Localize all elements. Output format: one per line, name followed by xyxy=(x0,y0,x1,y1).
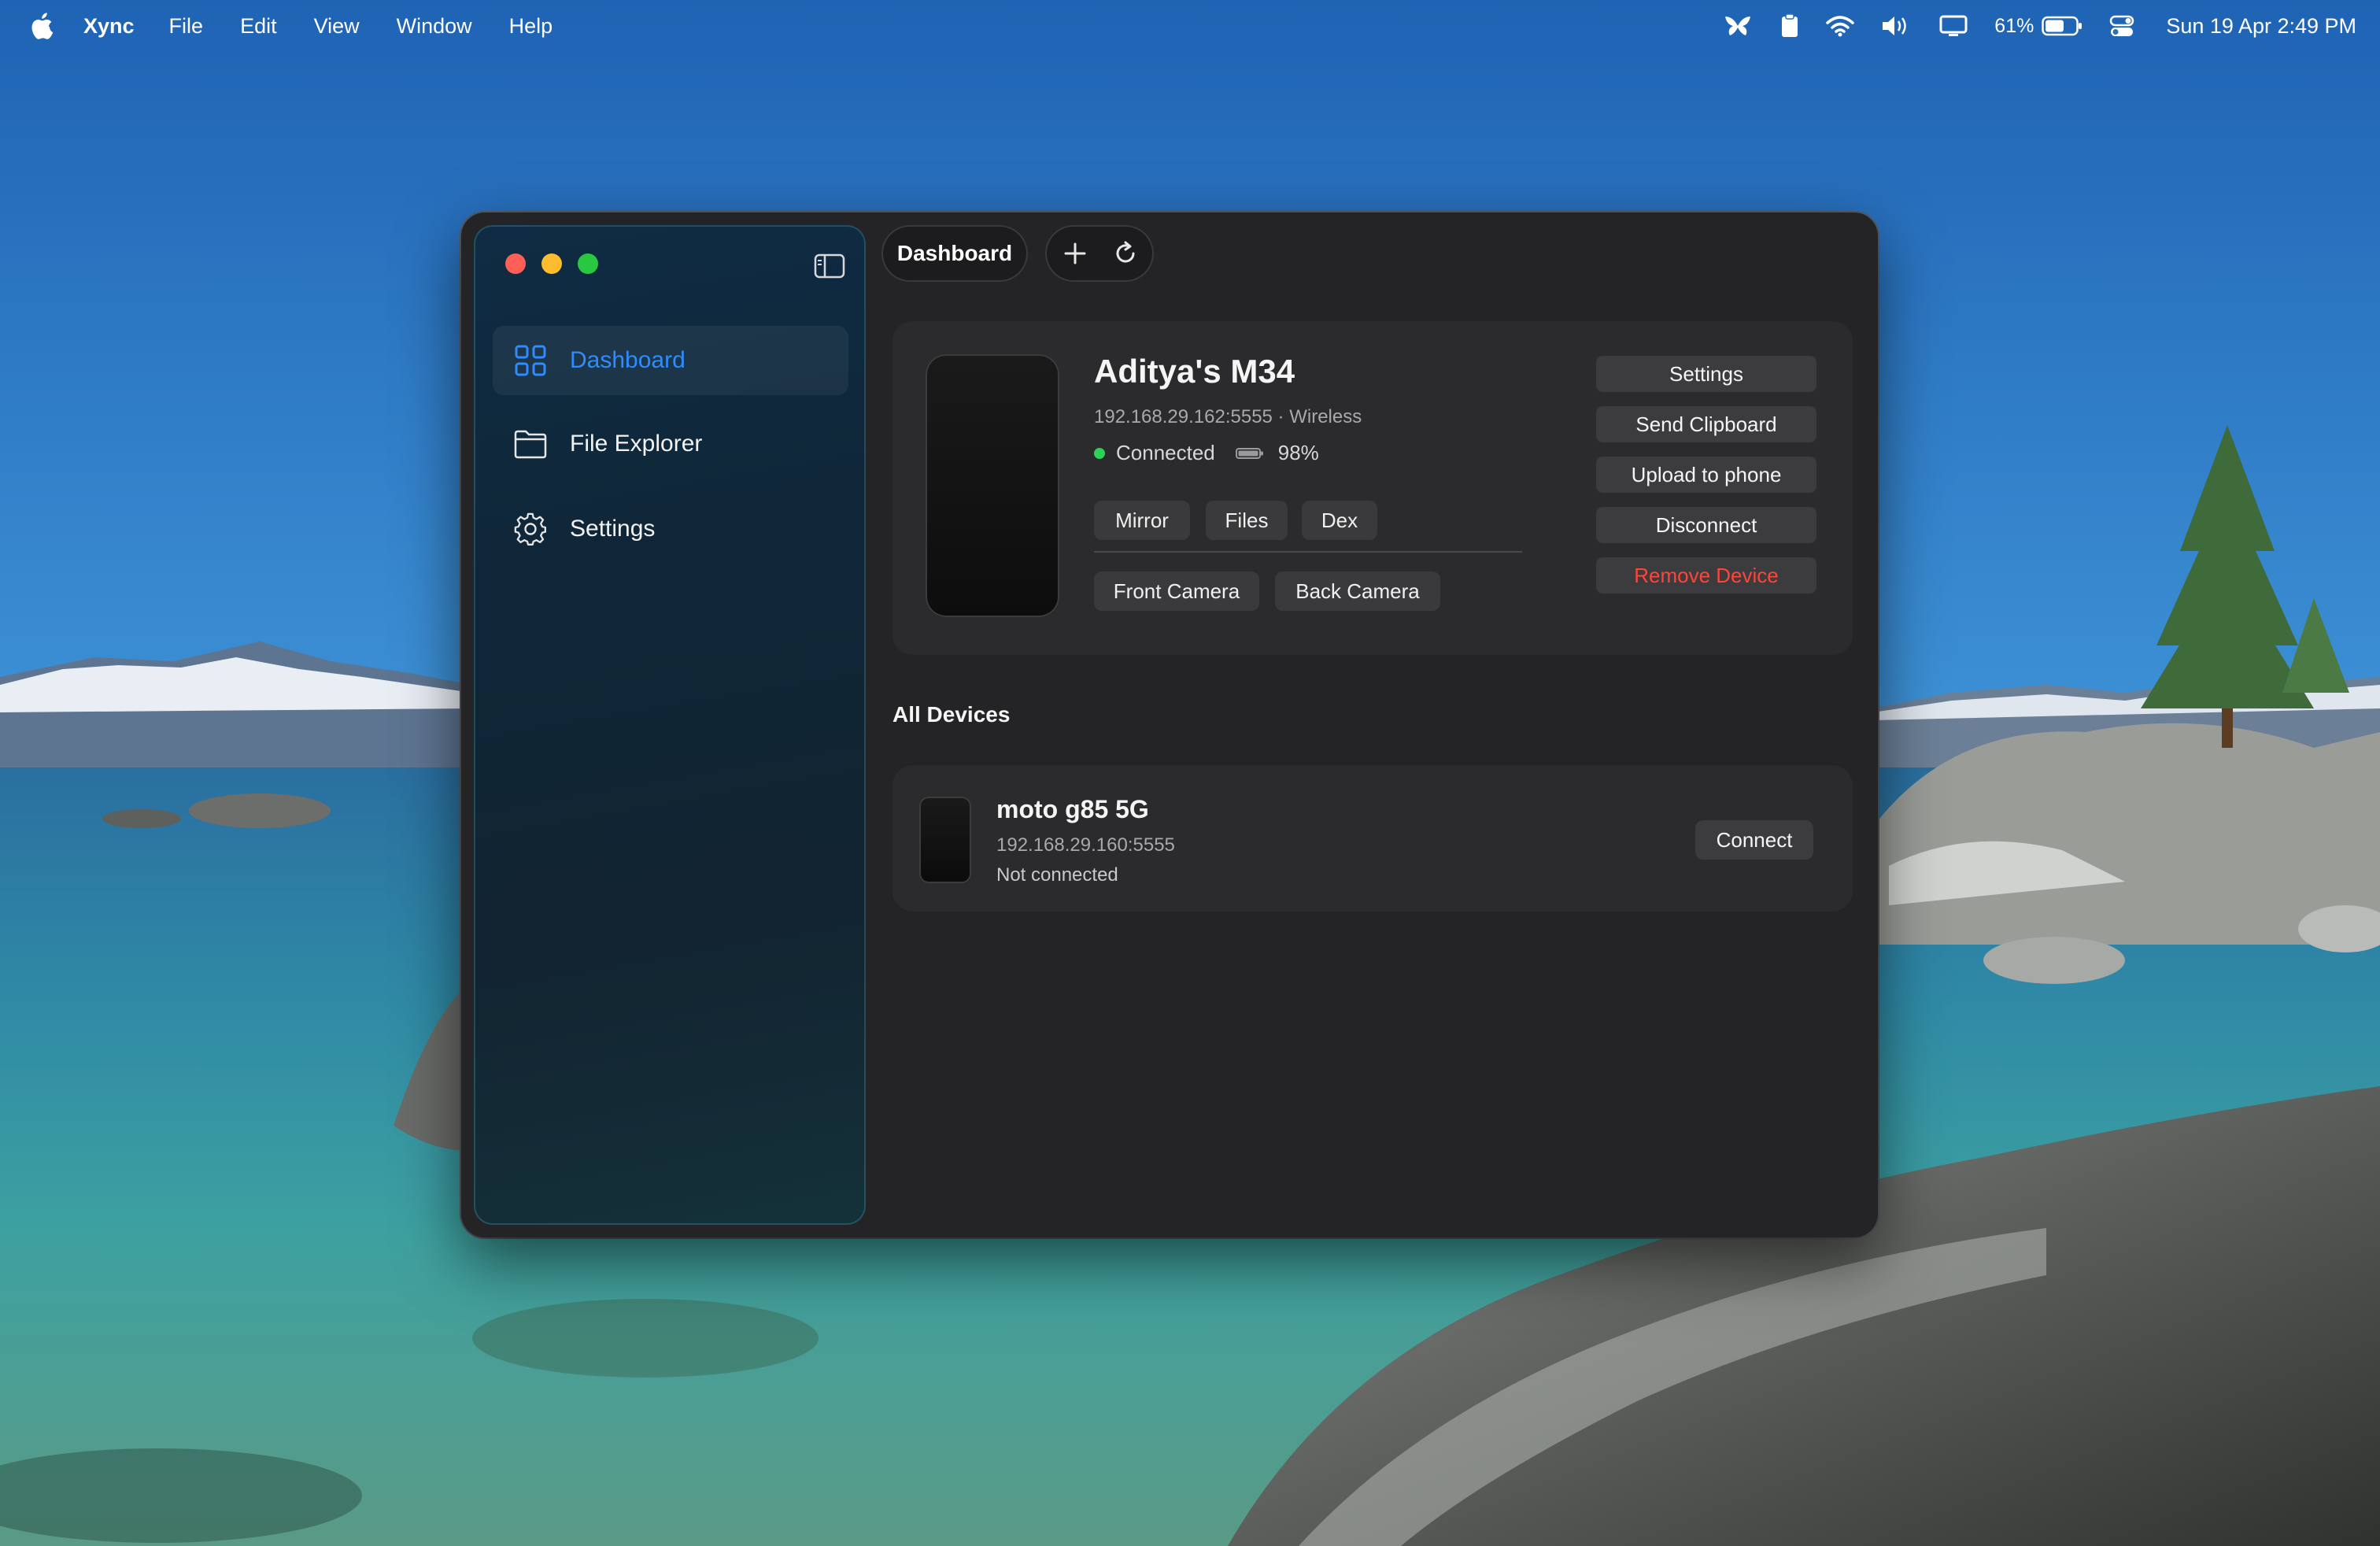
battery-indicator[interactable]: 61% xyxy=(1994,15,2082,38)
clipboard-icon[interactable] xyxy=(1780,13,1799,39)
files-button[interactable]: Files xyxy=(1206,501,1288,540)
dex-button[interactable]: Dex xyxy=(1302,501,1377,540)
apple-logo-icon[interactable] xyxy=(30,11,57,41)
back-camera-button[interactable]: Back Camera xyxy=(1275,571,1440,611)
toolbar-button-group xyxy=(1045,225,1154,282)
display-icon[interactable] xyxy=(1939,14,1968,38)
menu-bar: Xync File Edit View Window Help 61% Sun … xyxy=(0,0,2380,52)
control-center-icon[interactable] xyxy=(2109,14,2134,38)
device-battery-level: 98% xyxy=(1277,441,1319,464)
sidebar: Dashboard File Explorer Settings xyxy=(474,225,866,1225)
menu-file[interactable]: File xyxy=(169,14,204,39)
menu-edit[interactable]: Edit xyxy=(240,14,277,39)
menu-clock[interactable]: Sun 19 Apr 2:49 PM xyxy=(2166,14,2356,39)
device-settings-button[interactable]: Settings xyxy=(1596,356,1816,392)
sidebar-item-label: Settings xyxy=(570,516,656,542)
device-address: 192.168.29.162:5555 · Wireless xyxy=(1094,406,1362,427)
device-name: Aditya's M34 xyxy=(1094,353,1295,390)
app-butterfly-icon[interactable] xyxy=(1722,13,1754,39)
volume-icon[interactable] xyxy=(1881,14,1913,38)
wifi-icon[interactable] xyxy=(1826,15,1855,37)
sidebar-item-file-explorer[interactable]: File Explorer xyxy=(493,409,848,479)
connect-button[interactable]: Connect xyxy=(1695,820,1813,860)
menu-app-name[interactable]: Xync xyxy=(83,14,135,39)
device-row-name: moto g85 5G xyxy=(996,795,1149,823)
sidebar-item-settings[interactable]: Settings xyxy=(493,494,848,564)
menu-window[interactable]: Window xyxy=(397,14,472,39)
front-camera-button[interactable]: Front Camera xyxy=(1094,571,1259,611)
close-window-button[interactable] xyxy=(505,253,526,274)
divider xyxy=(1094,551,1522,553)
battery-icon xyxy=(2042,16,2082,36)
upload-to-phone-button[interactable]: Upload to phone xyxy=(1596,457,1816,493)
device-row-status: Not connected xyxy=(996,864,1118,886)
connection-status: Connected xyxy=(1116,441,1215,464)
battery-percent: 61% xyxy=(1994,14,2034,37)
connected-status-dot xyxy=(1094,447,1105,459)
mirror-button[interactable]: Mirror xyxy=(1094,501,1190,540)
device-thumbnail xyxy=(919,797,971,883)
current-device-card: Aditya's M34 192.168.29.162:5555 · Wirel… xyxy=(893,321,1853,655)
add-device-icon[interactable] xyxy=(1059,238,1091,269)
sidebar-item-label: File Explorer xyxy=(570,431,703,457)
device-row-address: 192.168.29.160:5555 xyxy=(996,834,1175,856)
gear-icon xyxy=(514,512,546,546)
zoom-window-button[interactable] xyxy=(578,253,598,274)
refresh-icon[interactable] xyxy=(1110,238,1141,269)
tab-dashboard[interactable]: Dashboard xyxy=(881,225,1028,282)
device-battery-icon xyxy=(1235,447,1263,459)
sidebar-item-label: Dashboard xyxy=(570,347,686,373)
menu-help[interactable]: Help xyxy=(509,14,553,39)
menu-view[interactable]: View xyxy=(314,14,360,39)
sidebar-toggle-icon[interactable] xyxy=(814,253,845,279)
remove-device-button[interactable]: Remove Device xyxy=(1596,557,1816,594)
sidebar-item-dashboard[interactable]: Dashboard xyxy=(493,326,848,395)
section-title: All Devices xyxy=(893,702,1011,727)
device-status-row: Connected 98% xyxy=(1094,441,1319,465)
send-clipboard-button[interactable]: Send Clipboard xyxy=(1596,406,1816,442)
folder-icon xyxy=(514,430,547,459)
disconnect-button[interactable]: Disconnect xyxy=(1596,507,1816,543)
app-window: Dashboard File Explorer Settings Dashboa… xyxy=(461,213,1878,1237)
grid-icon xyxy=(515,345,546,376)
minimize-window-button[interactable] xyxy=(541,253,562,274)
device-preview-image xyxy=(926,354,1059,617)
list-item: moto g85 5G 192.168.29.160:5555 Not conn… xyxy=(893,765,1853,912)
